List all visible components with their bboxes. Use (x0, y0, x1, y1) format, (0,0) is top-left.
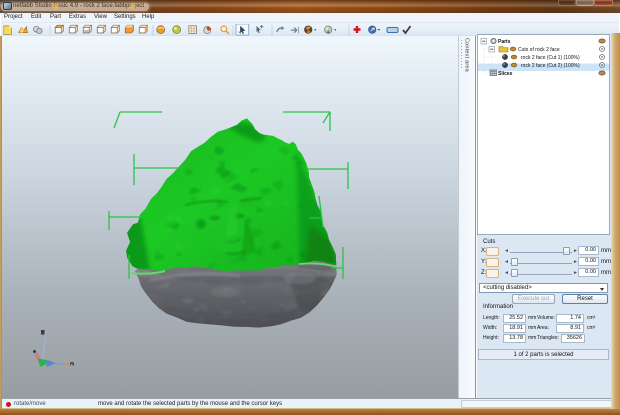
svg-text:Slices: Slices (498, 71, 513, 77)
svg-text:rock 2 face (Cut 2) (100%): rock 2 face (Cut 2) (100%) (521, 63, 580, 69)
svg-text:Cuts of rock 2 face: Cuts of rock 2 face (518, 47, 560, 53)
svg-text:rock 2 face (Cut 1) (100%): rock 2 face (Cut 1) (100%) (521, 55, 580, 61)
svg-text:Parts: Parts (498, 39, 511, 45)
